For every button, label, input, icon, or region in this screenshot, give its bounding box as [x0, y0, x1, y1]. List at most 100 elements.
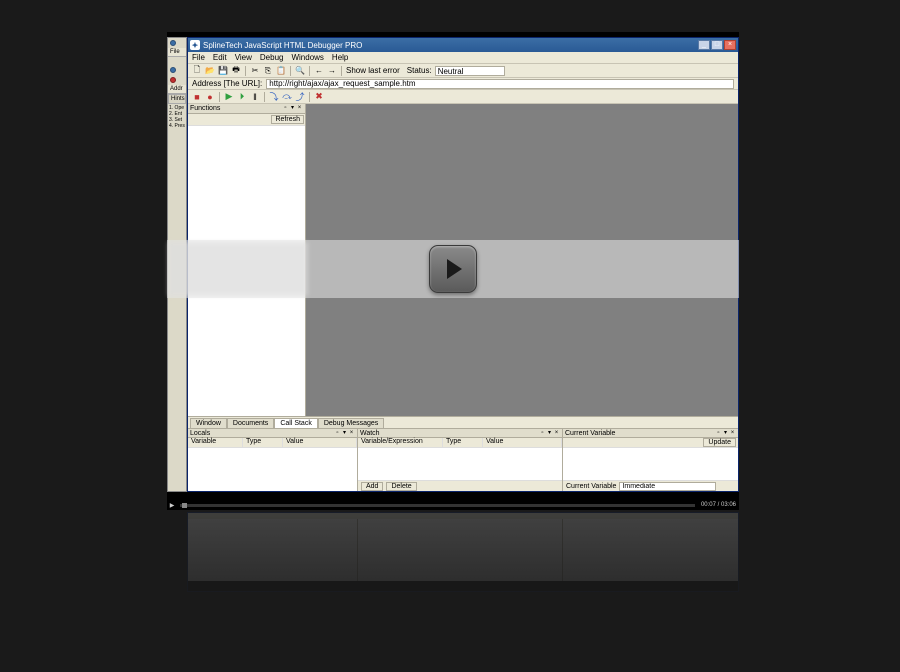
pin-icon[interactable]: ▫: [715, 430, 722, 437]
video-scrubber[interactable]: [180, 504, 695, 507]
menu-edit[interactable]: Edit: [213, 53, 227, 62]
close-pane-icon[interactable]: ×: [553, 430, 560, 437]
col-variable[interactable]: Variable: [188, 438, 243, 447]
menu-debug[interactable]: Debug: [260, 53, 284, 62]
status-label: Status:: [407, 66, 432, 75]
play-button[interactable]: [429, 245, 477, 293]
run-icon[interactable]: ▶: [224, 92, 234, 102]
cut-icon[interactable]: ✂: [250, 66, 260, 76]
current-variable-pane: Current Variable ▫ ▾ × Update Current Va…: [563, 429, 738, 491]
address-bar: Address [The URL]:: [188, 78, 738, 90]
locals-pane: Locals ▫ ▾ × Variable Type Value: [188, 429, 358, 491]
overlay-blur: [168, 242, 308, 296]
add-button[interactable]: Add: [361, 482, 383, 491]
current-body[interactable]: [563, 448, 738, 480]
separator: [264, 92, 265, 102]
video-time: 00:07 / 03:06: [698, 502, 739, 508]
window-title: SplineTech JavaScript HTML Debugger PRO: [203, 41, 698, 50]
col-value[interactable]: Value: [283, 438, 357, 447]
step-into-icon[interactable]: ⤵: [269, 92, 279, 102]
locals-body[interactable]: [188, 448, 357, 491]
bg-addr: Addr: [168, 85, 186, 94]
forward-icon[interactable]: →: [327, 66, 337, 76]
paste-icon[interactable]: 📋: [276, 66, 286, 76]
close-button[interactable]: ×: [724, 40, 736, 50]
video-play-icon[interactable]: ▶: [167, 502, 177, 509]
scrubber-thumb[interactable]: [182, 503, 187, 508]
play-icon: [447, 259, 462, 279]
col-type[interactable]: Type: [243, 438, 283, 447]
dropdown-icon[interactable]: ▾: [289, 105, 296, 112]
pin-icon[interactable]: ▫: [334, 430, 341, 437]
status-value: Neutral: [435, 66, 505, 76]
delete-button[interactable]: Delete: [386, 482, 416, 491]
reflection-fade: [167, 512, 739, 672]
step-out-icon[interactable]: ⤴: [295, 92, 305, 102]
app-icon: ✦: [190, 40, 200, 50]
print-icon[interactable]: 🖶: [231, 66, 241, 76]
record-icon[interactable]: ●: [205, 92, 215, 102]
refresh-button[interactable]: Refresh: [271, 115, 304, 124]
new-icon[interactable]: 🗋: [192, 66, 202, 76]
functions-header: Functions ▫ ▾ ×: [188, 104, 305, 114]
col-value[interactable]: Value: [483, 438, 562, 447]
minimize-button[interactable]: _: [698, 40, 710, 50]
stop-icon[interactable]: ■: [192, 92, 202, 102]
address-label: Address [The URL]:: [192, 79, 262, 88]
functions-title: Functions: [190, 105, 220, 112]
watch-body[interactable]: [358, 448, 562, 480]
close-pane-icon[interactable]: ×: [348, 430, 355, 437]
pin-icon[interactable]: ▫: [282, 105, 289, 112]
menu-file[interactable]: File: [192, 53, 205, 62]
watch-pane: Watch ▫ ▾ × Variable/Expression Type Val…: [358, 429, 563, 491]
dropdown-icon[interactable]: ▾: [546, 430, 553, 437]
find-icon[interactable]: 🔍: [295, 66, 305, 76]
separator: [309, 66, 310, 76]
close-pane-icon[interactable]: ×: [296, 105, 303, 112]
col-expression[interactable]: Variable/Expression: [358, 438, 443, 447]
tab-documents[interactable]: Documents: [227, 418, 274, 428]
bottom-tabs: Window Documents Call Stack Debug Messag…: [188, 417, 738, 429]
tab-window[interactable]: Window: [190, 418, 227, 428]
step-over-icon[interactable]: ⤼: [282, 92, 292, 102]
menu-help[interactable]: Help: [332, 53, 348, 62]
clear-icon[interactable]: ✖: [314, 92, 324, 102]
dot-icon: [170, 40, 176, 46]
bg-hint-list: 1. Ope 2. Ent 3. Set 4. Pres: [168, 104, 186, 130]
reflection: [167, 512, 739, 672]
current-variable-input[interactable]: [619, 482, 716, 491]
menu-windows[interactable]: Windows: [291, 53, 323, 62]
watch-columns: Variable/Expression Type Value: [358, 438, 562, 448]
locals-columns: Variable Type Value: [188, 438, 357, 448]
dropdown-icon[interactable]: ▾: [722, 430, 729, 437]
col-type[interactable]: Type: [443, 438, 483, 447]
tab-callstack[interactable]: Call Stack: [274, 418, 318, 428]
menubar: File Edit View Debug Windows Help: [188, 52, 738, 64]
separator: [341, 66, 342, 76]
video-controls: ▶ 00:07 / 03:06: [167, 500, 739, 510]
toolbar-debug: ■ ● ▶ ⏵ ‖ ⤵ ⤼ ⤴ ✖: [188, 90, 738, 104]
watch-title: Watch: [360, 430, 380, 437]
titlebar: ✦ SplineTech JavaScript HTML Debugger PR…: [188, 38, 738, 52]
pin-icon[interactable]: ▫: [539, 430, 546, 437]
tab-debugmsg[interactable]: Debug Messages: [318, 418, 384, 428]
back-icon[interactable]: ←: [314, 66, 324, 76]
save-icon[interactable]: 💾: [218, 66, 228, 76]
update-button[interactable]: Update: [703, 438, 736, 447]
current-variable-label: Current Variable: [566, 483, 616, 490]
separator: [245, 66, 246, 76]
close-pane-icon[interactable]: ×: [729, 430, 736, 437]
continue-icon[interactable]: ⏵: [237, 92, 247, 102]
menu-view[interactable]: View: [235, 53, 252, 62]
show-last-error-link[interactable]: Show last error: [346, 66, 400, 75]
copy-icon[interactable]: ⎘: [263, 66, 273, 76]
separator: [290, 66, 291, 76]
separator: [309, 92, 310, 102]
dropdown-icon[interactable]: ▾: [341, 430, 348, 437]
toolbar-main: 🗋 📂 💾 🖶 ✂ ⎘ 📋 🔍 ← → Show last error Stat…: [188, 64, 738, 78]
current-update-row: Update: [563, 438, 738, 448]
open-icon[interactable]: 📂: [205, 66, 215, 76]
pause-icon[interactable]: ‖: [250, 92, 260, 102]
address-input[interactable]: [266, 79, 734, 89]
maximize-button[interactable]: □: [711, 40, 723, 50]
